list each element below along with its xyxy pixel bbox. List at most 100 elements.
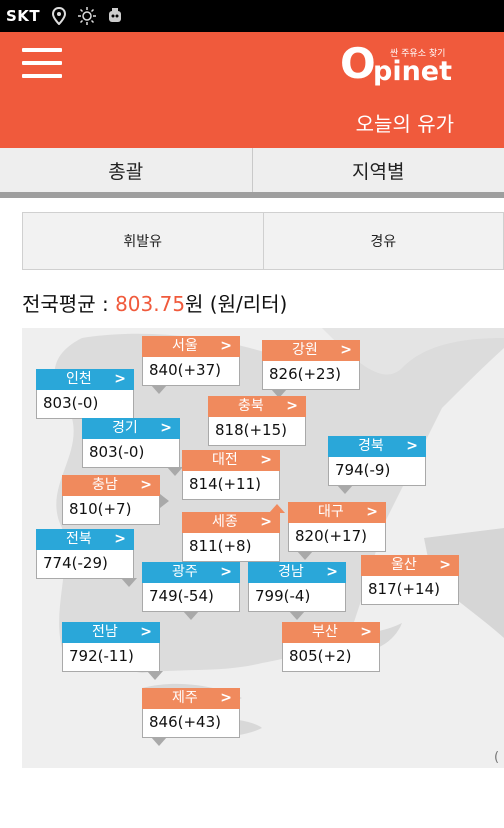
chevron-right-icon: > — [140, 477, 152, 493]
region-price: 805(+2) — [289, 647, 352, 665]
region-price: 814(+11) — [189, 475, 261, 493]
region-name: 제주 — [172, 690, 198, 706]
region-card-chungnam[interactable]: 충남 > 810(+7) — [62, 475, 169, 525]
region-card-header: 경북 > — [328, 436, 426, 457]
chevron-right-icon: > — [406, 438, 418, 454]
tab-summary[interactable]: 총괄 — [0, 148, 252, 192]
region-card-header: 대구 > — [288, 502, 386, 523]
region-name: 울산 — [391, 557, 417, 573]
region-name: 경기 — [112, 420, 138, 436]
map-edge-mark: ( — [494, 750, 500, 765]
region-card-gyeonggi[interactable]: 경기 > 803(-0) — [82, 418, 183, 476]
region-price: 803(-0) — [89, 443, 145, 461]
region-name: 광주 — [172, 564, 198, 580]
opinet-logo: O 싼 주유소 찾기 pinet — [340, 40, 462, 88]
average-label: 전국평균 : — [22, 292, 116, 316]
notification-icon — [106, 7, 124, 25]
chevron-right-icon: > — [114, 371, 126, 387]
region-price: 826(+23) — [269, 365, 341, 383]
tab-gasoline[interactable]: 휘발유 — [23, 213, 263, 269]
region-card-chungbuk[interactable]: 충북 > 818(+15) — [208, 396, 306, 446]
region-card-jeonnam[interactable]: 전남 > 792(-11) — [62, 622, 163, 680]
region-price: 803(-0) — [43, 394, 99, 412]
region-card-ulsan[interactable]: 울산 > 817(+14) — [361, 555, 459, 605]
region-price: 794(-9) — [335, 461, 391, 479]
region-card-seoul[interactable]: 서울 > 840(+37) — [142, 336, 240, 394]
region-card-gyeongnam[interactable]: 경남 > 799(-4) — [248, 562, 346, 620]
hamburger-menu-icon[interactable] — [22, 48, 62, 78]
region-name: 강원 — [292, 342, 318, 358]
region-card-daejeon[interactable]: 대전 > 814(+11) — [182, 450, 280, 500]
region-card-gyeongbuk[interactable]: 경북 > 794(-9) — [328, 436, 426, 494]
region-name: 전북 — [66, 531, 92, 547]
status-bar: SKT — [0, 0, 504, 32]
region-card-incheon[interactable]: 인천 > 803(-0) — [36, 369, 137, 427]
region-price: 820(+17) — [295, 527, 367, 545]
region-card-header: 세종 > — [182, 512, 280, 533]
chevron-right-icon: > — [286, 398, 298, 414]
average-unit: 원 (원/리터) — [185, 292, 288, 316]
region-card-sejong[interactable]: 세종 > 811(+8) — [182, 504, 285, 562]
chevron-right-icon: > — [220, 338, 232, 354]
chevron-right-icon: > — [114, 531, 126, 547]
fuel-type-tabs: 휘발유 경유 — [22, 212, 504, 270]
chevron-right-icon: > — [220, 690, 232, 706]
region-price: 792(-11) — [69, 647, 134, 665]
region-card-gwangju[interactable]: 광주 > 749(-54) — [142, 562, 240, 620]
region-card-header: 경기 > — [82, 418, 180, 439]
region-card-header: 충북 > — [208, 396, 306, 417]
region-price: 840(+37) — [149, 361, 221, 379]
national-average: 전국평균 : 803.75원 (원/리터) — [22, 288, 287, 317]
chevron-right-icon: > — [366, 504, 378, 520]
region-card-header: 광주 > — [142, 562, 240, 583]
tab-by-region[interactable]: 지역별 — [251, 148, 504, 192]
chevron-right-icon: > — [439, 557, 451, 573]
app-screen: SKT O 싼 주유소 찾기 pinet 오늘의 유가 총괄 지역별 휘발유 경… — [0, 0, 504, 828]
region-price: 774(-29) — [43, 554, 108, 572]
main-tabs: 총괄 지역별 — [0, 148, 504, 192]
chevron-right-icon: > — [260, 514, 272, 530]
region-price: 818(+15) — [215, 421, 287, 439]
region-card-busan[interactable]: 부산 > 805(+2) — [282, 622, 380, 672]
region-card-header: 울산 > — [361, 555, 459, 576]
region-card-gangwon[interactable]: 강원 > 826(+23) — [262, 340, 360, 398]
region-name: 경북 — [358, 438, 384, 454]
region-price: 799(-4) — [255, 587, 311, 605]
region-price: 810(+7) — [69, 500, 132, 518]
chevron-right-icon: > — [220, 564, 232, 580]
region-name: 서울 — [172, 338, 198, 354]
logo-letter: O — [340, 39, 376, 88]
region-card-header: 충남 > — [62, 475, 160, 496]
region-name: 세종 — [212, 514, 238, 530]
region-card-header: 경남 > — [248, 562, 346, 583]
region-name: 인천 — [66, 371, 92, 387]
region-card-header: 강원 > — [262, 340, 360, 361]
region-name: 충북 — [238, 398, 264, 414]
region-card-header: 전북 > — [36, 529, 134, 550]
chevron-right-icon: > — [140, 624, 152, 640]
average-value: 803.75 — [115, 292, 186, 316]
logo-wordmark: pinet — [373, 56, 453, 87]
region-card-header: 부산 > — [282, 622, 380, 643]
region-card-jeju[interactable]: 제주 > 846(+43) — [142, 688, 240, 746]
region-price: 846(+43) — [149, 713, 221, 731]
region-card-daegu[interactable]: 대구 > 820(+17) — [288, 502, 386, 560]
region-card-header: 대전 > — [182, 450, 280, 471]
region-name: 전남 — [92, 624, 118, 640]
region-card-jeonbuk[interactable]: 전북 > 774(-29) — [36, 529, 137, 587]
chevron-right-icon: > — [326, 564, 338, 580]
chevron-right-icon: > — [340, 342, 352, 358]
region-name: 충남 — [92, 477, 118, 493]
region-price: 811(+8) — [189, 537, 252, 555]
region-card-header: 서울 > — [142, 336, 240, 357]
region-price: 749(-54) — [149, 587, 214, 605]
tab-diesel[interactable]: 경유 — [262, 213, 504, 269]
region-name: 부산 — [312, 624, 338, 640]
chevron-right-icon: > — [160, 420, 172, 436]
app-header: O 싼 주유소 찾기 pinet 오늘의 유가 — [0, 32, 504, 148]
region-name: 경남 — [278, 564, 304, 580]
region-card-header: 제주 > — [142, 688, 240, 709]
chevron-right-icon: > — [260, 452, 272, 468]
carrier-label: SKT — [6, 7, 41, 25]
region-name: 대구 — [318, 504, 344, 520]
